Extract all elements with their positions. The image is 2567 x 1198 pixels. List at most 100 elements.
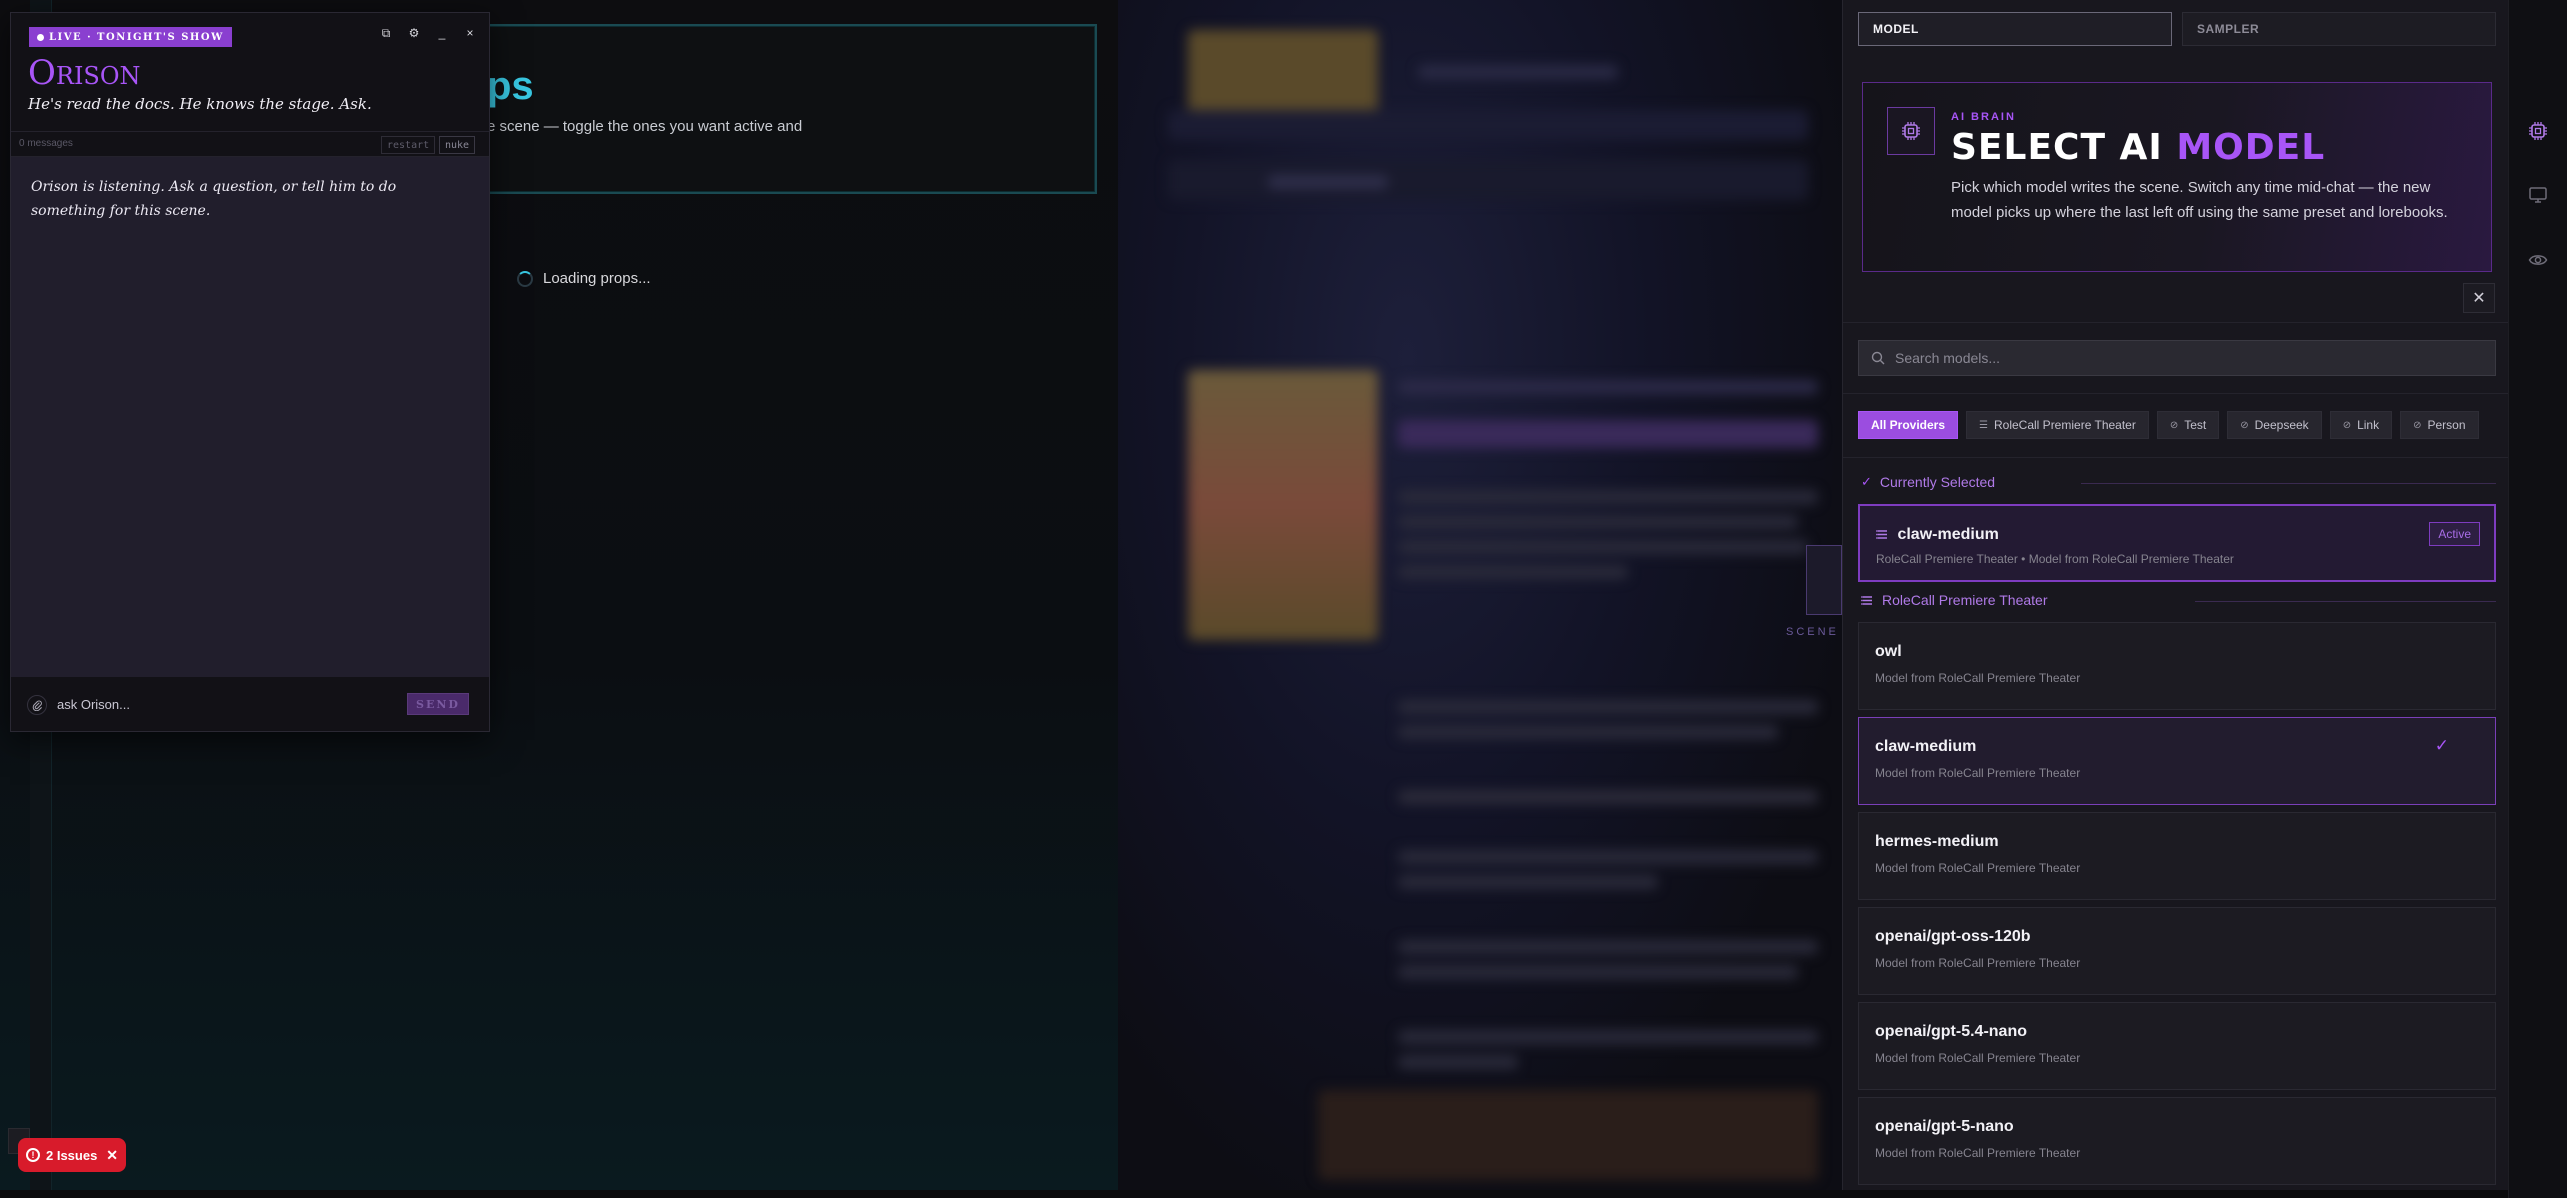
close-icon[interactable]: ✕ <box>106 1147 118 1164</box>
model-name: claw-medium <box>1875 738 1977 755</box>
chip-icon <box>1887 107 1935 155</box>
attach-icon[interactable] <box>27 695 47 715</box>
model-provider: Model from RoleCall Premiere Theater <box>1875 766 2081 780</box>
list-icon <box>1861 595 1872 605</box>
ask-input[interactable] <box>57 693 357 715</box>
search-box <box>1858 340 2496 376</box>
list-icon: ☰ <box>1979 419 1988 431</box>
key-icon: ⊘ <box>2240 419 2249 431</box>
chat-messages: Orison is listening. Ask a question, or … <box>11 157 489 677</box>
nuke-button[interactable]: nuke <box>439 136 476 154</box>
live-dot-icon <box>37 33 44 41</box>
check-icon: ✓ <box>2434 736 2449 755</box>
provider-filter: All Providers ☰ RoleCall Premiere Theater… <box>1858 411 2508 439</box>
model-provider: Model from RoleCall Premiere Theater <box>1875 1051 2081 1065</box>
chip-label: Test <box>2184 418 2207 432</box>
divider <box>1843 322 2508 323</box>
provider-group-heading: RoleCall Premiere Theater <box>1861 592 2047 608</box>
key-icon: ⊘ <box>2169 419 2179 431</box>
chip-label: Deepseek <box>2254 418 2309 432</box>
orison-chat-window: LIVE · TONIGHT'S SHOW ⧉ ⚙ _ × Orison He'… <box>10 12 490 732</box>
model-card-selected[interactable]: claw-medium Model from RoleCall Premiere… <box>1858 717 2496 805</box>
popout-icon[interactable]: ⧉ <box>375 23 397 43</box>
chip-label: Person <box>2427 418 2466 432</box>
live-badge-label: LIVE · TONIGHT'S SHOW <box>49 31 224 43</box>
model-name: openai/gpt-5.4-nano <box>1875 1023 2027 1040</box>
props-card: ps e scene — toggle the ones you want ac… <box>485 24 1097 194</box>
hero-card: AI BRAIN SELECT AI MODEL Pick which mode… <box>1862 82 2492 272</box>
chat-intro: Orison is listening. Ask a question, or … <box>31 179 397 219</box>
assistant-tagline: He's read the docs. He knows the stage. … <box>28 95 372 113</box>
current-model-card[interactable]: claw-medium RoleCall Premiere Theater • … <box>1858 504 2496 582</box>
hero-description: Pick which model writes the scene. Switc… <box>1951 179 2448 221</box>
key-icon: ⊘ <box>2413 419 2422 431</box>
tab-model[interactable]: MODEL <box>1858 12 2172 46</box>
current-model-name: claw-medium <box>1876 526 1999 544</box>
close-panel-button[interactable]: ✕ <box>2463 283 2495 313</box>
blurred-stage: SCENE <box>1118 0 1842 1190</box>
eye-icon[interactable] <box>2525 247 2551 273</box>
loading-indicator: Loading props... <box>517 270 651 287</box>
scene-label: SCENE <box>1786 626 1839 638</box>
tab-sampler[interactable]: SAMPLER <box>2182 12 2496 46</box>
minimize-icon[interactable]: _ <box>431 23 453 43</box>
chip-person[interactable]: ⊘ Person <box>2400 411 2479 439</box>
issues-badge[interactable]: ! 2 Issues ✕ <box>18 1138 126 1172</box>
search-input[interactable] <box>1895 350 2483 366</box>
hero-title-accent: MODEL <box>2176 127 2326 168</box>
chat-composer: SEND <box>11 677 489 731</box>
spinner-icon <box>517 270 533 287</box>
currently-selected-heading: ✓ Currently Selected <box>1861 474 1995 490</box>
model-provider: Model from RoleCall Premiere Theater <box>1875 671 2081 685</box>
hero-title: SELECT AI MODEL <box>1951 127 2325 168</box>
settings-icon[interactable]: ⚙ <box>403 23 425 43</box>
active-badge: Active <box>2429 522 2480 546</box>
model-provider: Model from RoleCall Premiere Theater <box>1875 956 2081 970</box>
check-icon: ✓ <box>1861 474 1872 489</box>
chip-link[interactable]: ⊘ Link <box>2329 411 2393 439</box>
send-button[interactable]: SEND <box>407 693 469 715</box>
model-name: openai/gpt-5-nano <box>1875 1118 2014 1135</box>
divider <box>1843 393 2508 394</box>
model-provider: Model from RoleCall Premiere Theater <box>1875 861 2081 875</box>
model-card[interactable]: hermes-medium Model from RoleCall Premie… <box>1858 812 2496 900</box>
props-title: ps <box>487 64 534 108</box>
chip-rolecall[interactable]: ☰ RoleCall Premiere Theater <box>1966 411 2149 439</box>
model-name: openai/gpt-oss-120b <box>1875 928 2031 945</box>
model-name: owl <box>1875 643 1902 660</box>
model-card[interactable]: owl Model from RoleCall Premiere Theater <box>1858 622 2496 710</box>
loading-text: Loading props... <box>543 270 651 287</box>
chip-label: RoleCall Premiere Theater <box>1994 418 2136 432</box>
right-rail <box>2508 0 2567 1198</box>
props-subtitle: e scene — toggle the ones you want activ… <box>487 118 803 135</box>
chat-meta-bar: 0 messages restart nuke <box>11 131 489 157</box>
model-name: hermes-medium <box>1875 833 1999 850</box>
chip-all-providers[interactable]: All Providers <box>1858 411 1959 439</box>
model-card[interactable]: openai/gpt-oss-120b Model from RoleCall … <box>1858 907 2496 995</box>
hero-title-main: SELECT AI <box>1951 127 2177 168</box>
chip-icon[interactable] <box>2525 118 2551 144</box>
model-panel: MODEL SAMPLER AI BRAIN SELECT AI MODEL P… <box>1842 0 2508 1190</box>
close-icon[interactable]: × <box>459 23 481 43</box>
assistant-name: Orison <box>28 53 141 93</box>
chip-label: Link <box>2357 418 2380 432</box>
model-card[interactable]: openai/gpt-5-nano Model from RoleCall Pr… <box>1858 1097 2496 1185</box>
chip-test[interactable]: ⊘ Test <box>2156 411 2220 439</box>
current-model-sub: RoleCall Premiere Theater • Model from R… <box>1876 552 2234 566</box>
model-name-text: claw-medium <box>1897 526 1999 543</box>
list-icon <box>1876 530 1887 540</box>
alert-icon: ! <box>26 1148 40 1162</box>
restart-button[interactable]: restart <box>381 136 436 154</box>
issues-label: 2 Issues <box>46 1147 98 1163</box>
chip-label: All Providers <box>1871 418 1946 432</box>
chip-deepseek[interactable]: ⊘ Deepseek <box>2227 411 2322 439</box>
model-card[interactable]: openai/gpt-5.4-nano Model from RoleCall … <box>1858 1002 2496 1090</box>
window-controls: ⧉ ⚙ _ × <box>375 23 481 43</box>
live-badge: LIVE · TONIGHT'S SHOW <box>29 27 232 47</box>
section-label: Currently Selected <box>1879 474 1996 490</box>
scene-badge <box>1806 545 1842 615</box>
section-divider <box>2081 483 2496 484</box>
divider <box>1843 457 2508 458</box>
monitor-icon[interactable] <box>2525 182 2551 208</box>
group-label: RoleCall Premiere Theater <box>1882 592 2048 608</box>
